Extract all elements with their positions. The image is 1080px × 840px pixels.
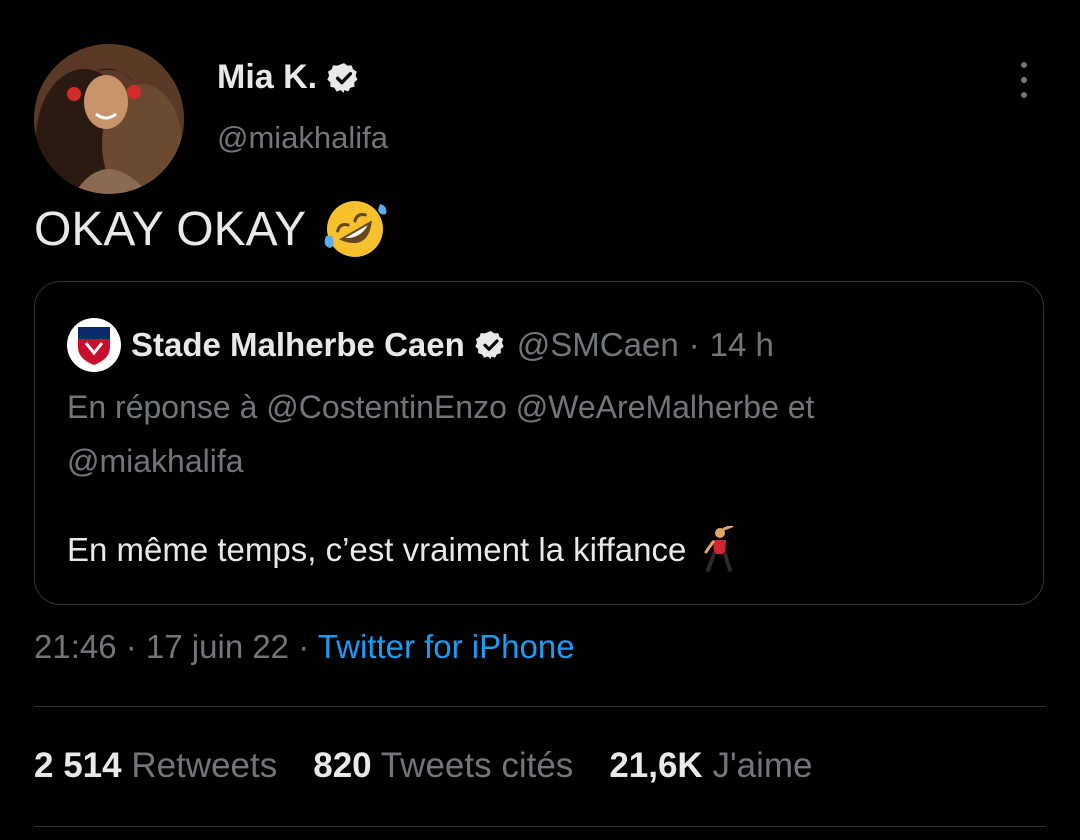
stat-value: 2 514 <box>34 746 122 785</box>
avatar[interactable] <box>34 44 184 194</box>
stat-label: Retweets <box>131 746 278 785</box>
reply-context-line: En réponse à @CostentinEnzo @WeAreMalher… <box>67 389 815 425</box>
quoted-tweet-text: En même temps, c’est vraiment la kiffanc… <box>67 526 738 574</box>
quoted-tweet-card[interactable]: Stade Malherbe Caen @SMCaen · 14 h En ré… <box>34 281 1044 605</box>
tweet-body: OKAY OKAY <box>34 202 307 256</box>
verified-badge-icon <box>327 62 358 93</box>
quoted-separator: · <box>688 326 700 363</box>
stat-value: 21,6K <box>609 746 703 785</box>
verified-badge-icon <box>475 331 504 359</box>
man-dancing-emoji-icon <box>704 526 734 572</box>
quoted-avatar[interactable] <box>67 318 121 372</box>
quoted-body: En même temps, c’est vraiment la kiffanc… <box>67 531 687 568</box>
quoted-timestamp[interactable]: 14 h <box>710 326 774 364</box>
tweet-time[interactable]: 21:46 <box>34 628 117 665</box>
club-crest-icon <box>78 327 110 365</box>
quoted-handle[interactable]: @SMCaen <box>517 326 679 364</box>
quoted-reply-context: En réponse à @CostentinEnzo @WeAreMalher… <box>67 380 1017 488</box>
more-options-icon[interactable] <box>1010 60 1038 100</box>
tweet-meta: 21:46 · 17 juin 22 · Twitter for iPhone <box>34 628 575 666</box>
tweet-date[interactable]: 17 juin 22 <box>146 628 289 665</box>
author-handle[interactable]: @miakhalifa <box>217 120 388 156</box>
avatar-photo <box>34 44 184 194</box>
meta-separator: · <box>289 628 318 665</box>
stat-retweets[interactable]: 2 514 Retweets <box>34 746 277 786</box>
stat-label: J'aime <box>712 746 813 785</box>
tweet-text: OKAY OKAY <box>34 196 388 262</box>
divider <box>34 826 1046 827</box>
rolling-laughing-emoji-icon <box>324 201 387 257</box>
stat-value: 820 <box>313 746 372 785</box>
quoted-tweet-header: Stade Malherbe Caen @SMCaen · 14 h <box>67 318 774 372</box>
author-display-name[interactable]: Mia K. <box>217 58 317 97</box>
divider <box>34 706 1046 707</box>
quoted-display-name[interactable]: Stade Malherbe Caen <box>131 326 465 364</box>
meta-separator: · <box>116 628 146 665</box>
author-name-row[interactable]: Mia K. <box>217 58 361 97</box>
reply-context-line: @miakhalifa <box>67 443 244 479</box>
stat-likes[interactable]: 21,6K J'aime <box>609 746 812 786</box>
tweet-stats: 2 514 Retweets 820 Tweets cités 21,6K J'… <box>34 746 813 786</box>
tweet-source-link[interactable]: Twitter for iPhone <box>318 628 575 665</box>
stat-label: Tweets cités <box>380 746 574 785</box>
stat-quote-tweets[interactable]: 820 Tweets cités <box>313 746 573 786</box>
